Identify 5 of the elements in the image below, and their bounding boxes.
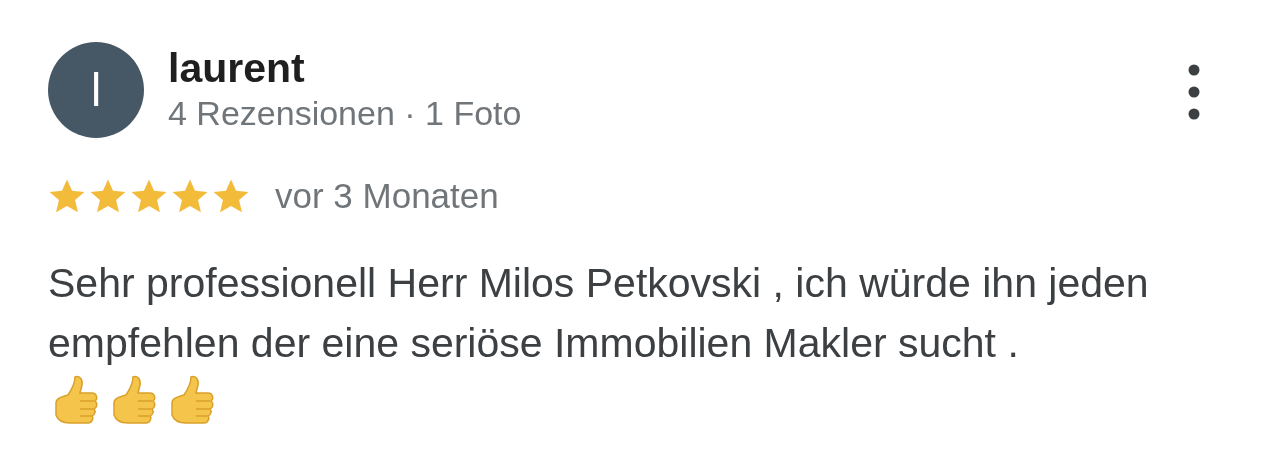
avatar: l xyxy=(48,42,144,138)
review-text: Sehr professionell Herr Milos Petkovski , ich würde ihn jeden empfehlen der eine seriöse Immobilien Makler sucht . xyxy=(48,258,1150,368)
author-name[interactable]: laurent xyxy=(168,46,1182,92)
review-time: vor 3 Monaten xyxy=(275,175,499,217)
author-meta: 4 Rezensionen · 1 Foto xyxy=(168,93,523,135)
